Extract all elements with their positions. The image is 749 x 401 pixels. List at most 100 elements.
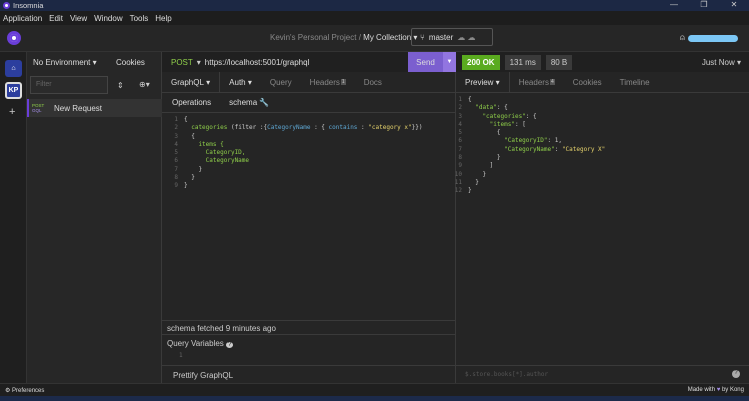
tab-graphql[interactable]: GraphQL ▾ [162,71,221,93]
tab-preview[interactable]: Preview ▾ [456,71,510,93]
prettify-button[interactable]: Prettify GraphQL [162,365,456,383]
code-token: contains [328,124,358,132]
close-button[interactable]: ✕ [719,0,749,9]
code-token: { [468,129,501,137]
line-number: 3 [458,112,462,120]
line-number: 9 [458,162,462,170]
line-number: 8 [174,174,178,182]
workspace-button[interactable]: KP [5,82,22,99]
cloud-icon: ☁ ☁ [457,32,476,42]
graphql-subtabs: Operations schema 🔧 [162,93,456,113]
code-token: } [184,174,195,182]
code-line: 8 } [446,154,605,162]
code-token: } [184,182,188,190]
code-token: "CategoryName" [468,145,555,153]
tab-timeline[interactable]: Timeline [611,72,659,93]
tab-cookies[interactable]: Cookies [564,72,611,93]
code-token: : 1, [547,137,562,145]
code-token: categories [184,124,231,132]
breadcrumb-project[interactable]: Kevin's Personal Project [270,33,356,42]
cookies-button[interactable]: Cookies [116,58,145,67]
method-dropdown[interactable]: POST [171,58,193,67]
filter-input[interactable]: Filter [30,76,108,94]
url-input[interactable]: https://localhost:5001/graphql [205,58,310,67]
code-line: 7 } [162,166,422,174]
request-item[interactable]: POST GQL New Request [27,99,162,117]
insomnia-logo-icon[interactable] [7,31,21,45]
tab-query[interactable]: Query [261,72,301,93]
window-title: Insomnia [13,1,44,10]
code-line: 2 categories (filter :{CategoryName : { … [162,124,422,132]
menu-tools[interactable]: Tools [130,14,149,23]
environment-dropdown[interactable]: No Environment ▾ [33,58,97,67]
branch-label: master [428,32,454,42]
help-icon: ? [226,342,234,348]
menu-edit[interactable]: Edit [49,14,63,23]
status-badge: 200 OK [462,54,500,70]
code-token: : [554,145,562,153]
code-line: 7 "CategoryName": "Category X" [446,146,605,154]
environment-label: No Environment [33,58,91,67]
send-options-dropdown[interactable]: ▼ [443,52,456,72]
code-line: 6 "CategoryID": 1, [446,137,605,145]
send-button[interactable]: Send [408,52,443,72]
chevron-down-icon: ▾ [196,57,201,67]
branch-button[interactable]: ⑂ master ☁ ☁ [411,28,493,46]
add-request-button[interactable]: ⊕▾ [139,80,150,89]
code-line: 11 } [446,179,605,187]
user-account[interactable]: ⍝ [680,33,738,43]
code-token: } [468,170,487,178]
line-number: 7 [174,165,178,173]
menu-view[interactable]: View [70,14,87,23]
workspace-rail: ⌂ KP + [0,52,27,383]
tab-response-headers[interactable]: Headers 4 [510,72,564,93]
line-number: 1 [174,116,178,123]
breadcrumb-collection[interactable]: My Collection [363,33,411,42]
code-line: 9 ] [446,162,605,170]
menu-window[interactable]: Window [94,14,122,23]
insomnia-logo-icon [3,2,10,9]
request-pane: POST ▾ https://localhost:5001/graphql Sen… [162,52,456,383]
menu-help[interactable]: Help [155,14,171,23]
line-number: 7 [458,145,462,153]
response-status-bar: 200 OK 131 ms 80 B Just Now ▾ [456,52,749,72]
query-editor[interactable]: 1 {2 categories (filter :{CategoryName : … [162,116,422,191]
code-line: 9} [162,182,422,190]
sidebar: No Environment ▾ Cookies Filter ⇕ ⊕▾ POS… [27,52,162,383]
made-with-kong[interactable]: Made with ♥ by Kong [688,387,744,393]
breadcrumb: Kevin's Personal Project / My Collection… [270,33,417,42]
preferences-button[interactable]: ⚙ Preferences [5,387,44,394]
time-badge: 131 ms [504,54,541,70]
response-filter-input[interactable]: $.store.books[*].author [456,365,749,383]
add-workspace-button[interactable]: + [9,106,15,118]
code-token: : { [310,124,329,132]
status-bar: ⚙ Preferences Made with ♥ by Kong [0,383,749,396]
minimize-button[interactable]: — [659,0,689,9]
code-line: 8 } [162,174,422,182]
code-token: "category x" [368,124,412,132]
variables-editor[interactable]: 1 [179,352,183,360]
menu-application[interactable]: Application [3,14,42,23]
help-icon[interactable]: ? [732,370,740,378]
request-method-badge: POST GQL [32,103,45,113]
history-dropdown[interactable]: Just Now ▾ [702,58,741,67]
line-number: 10 [454,170,462,178]
maximize-button[interactable]: ❐ [689,0,719,9]
menu-bar: Application Edit View Window Tools Help [0,11,749,25]
code-token: "data" [468,104,497,112]
schema-button[interactable]: schema 🔧 [229,98,269,107]
tab-auth[interactable]: Auth ▾ [220,72,261,93]
code-token: ] [468,162,494,170]
code-token: "CategoryID" [468,137,548,145]
code-line: 3 "categories": { [446,113,605,121]
git-branch-icon: ⑂ [420,32,425,42]
code-token: CategoryID, [184,149,246,157]
sort-icon[interactable]: ⇕ [117,81,124,90]
operations-tab[interactable]: Operations [172,98,211,107]
home-icon[interactable]: ⌂ [5,60,22,77]
tab-headers[interactable]: Headers 1 [301,72,355,93]
code-token: : [357,124,369,132]
tab-docs[interactable]: Docs [355,72,391,93]
code-line: 4 "items": [ [446,121,605,129]
code-token: { [184,116,188,123]
